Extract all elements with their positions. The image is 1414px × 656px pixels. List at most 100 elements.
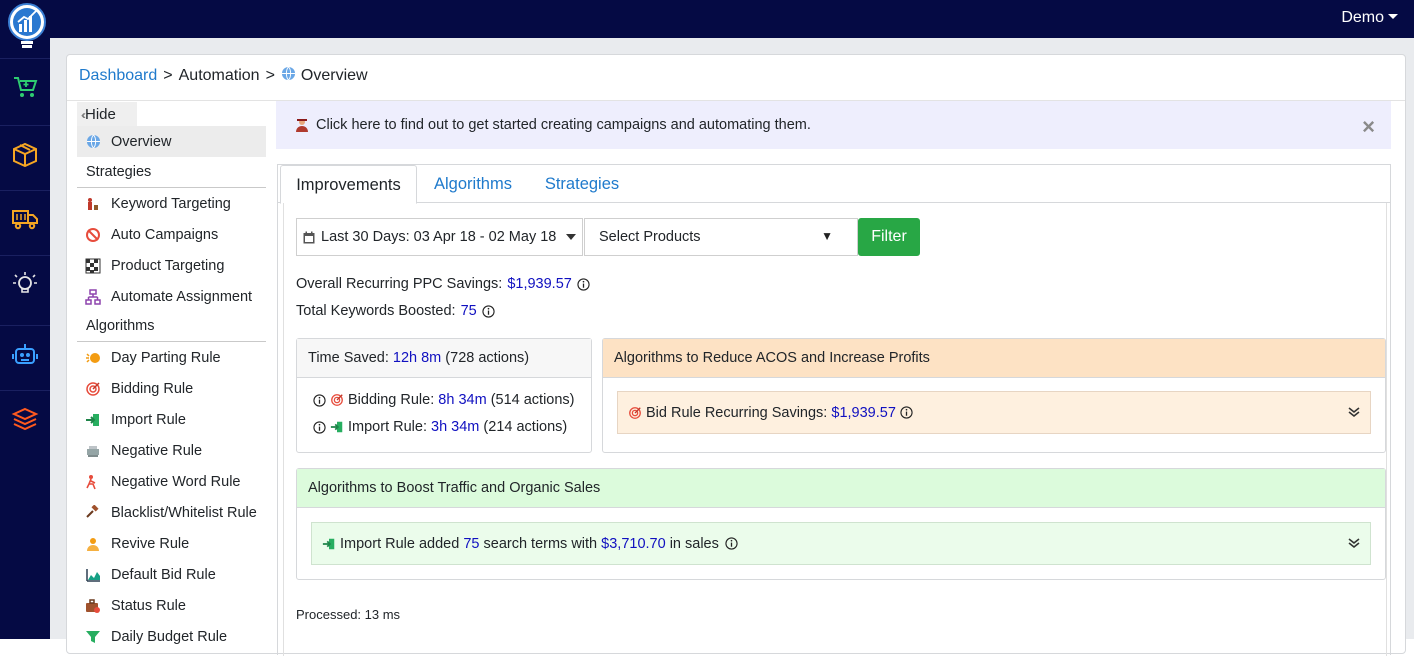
alert-text: Click here to find out to get started cr…	[316, 117, 811, 133]
teacher-icon	[294, 117, 310, 133]
caret-down-icon	[566, 234, 576, 240]
menu-item-label: Auto Campaigns	[111, 226, 219, 243]
tab-algorithms[interactable]: Algorithms	[427, 165, 519, 203]
import-added-count: 75	[463, 535, 480, 552]
import-added-sales: $3,710.70	[601, 535, 666, 552]
layers-icon	[11, 406, 39, 437]
product-select[interactable]: Select Products ▼	[584, 218, 858, 256]
product-targeting-icon	[85, 258, 101, 274]
keywords-boosted-value: 75	[460, 303, 477, 319]
breadcrumb-separator: >	[265, 67, 275, 84]
filter-button[interactable]: Filter	[858, 218, 920, 256]
time-row-label: Import Rule:	[348, 419, 427, 435]
side-rail	[0, 0, 50, 639]
status-rule-icon	[85, 598, 101, 614]
time-row-actions: (214 actions)	[483, 419, 568, 435]
tab-strategies[interactable]: Strategies	[538, 165, 626, 203]
bid-rule-savings-value: $1,939.57	[831, 404, 896, 421]
keywords-boosted-label: Total Keywords Boosted:	[296, 303, 456, 319]
rail-insights[interactable]	[0, 255, 50, 317]
time-row-value: 3h 34m	[431, 419, 480, 435]
menu-item-auto-campaigns[interactable]: Auto Campaigns	[77, 219, 266, 250]
close-icon[interactable]: ×	[1362, 114, 1375, 140]
negative-word-rule-icon	[85, 474, 101, 490]
time-saved-header: Time Saved: 12h 8m (728 actions)	[297, 339, 591, 378]
bid-rule-savings-item[interactable]: Bid Rule Recurring Savings: $1,939.57	[617, 391, 1371, 434]
menu-item-default-bid-rule[interactable]: Default Bid Rule	[77, 559, 266, 590]
top-navbar: Demo	[0, 0, 1414, 38]
rail-automation[interactable]	[0, 325, 50, 387]
automate-assignment-icon	[85, 288, 101, 305]
globe-icon	[85, 134, 101, 150]
menu-item-label: Negative Word Rule	[111, 473, 241, 490]
reduce-acos-header: Algorithms to Reduce ACOS and Increase P…	[603, 339, 1385, 378]
bidding-rule-icon	[330, 393, 344, 407]
time-row-import: Import Rule: 3h 34m (214 actions)	[313, 419, 567, 435]
app-logo[interactable]	[7, 2, 47, 52]
info-icon[interactable]	[577, 277, 590, 291]
import-rule-icon	[330, 420, 344, 434]
product-select-placeholder: Select Products	[599, 229, 701, 245]
ppc-savings-stat: Overall Recurring PPC Savings: $1,939.57	[296, 276, 590, 292]
menu-item-bidding-rule[interactable]: Bidding Rule	[77, 373, 266, 404]
keyword-targeting-icon	[85, 196, 101, 212]
info-icon[interactable]	[900, 406, 913, 419]
menu-item-keyword-targeting[interactable]: Keyword Targeting	[77, 188, 266, 219]
menu-item-revive-rule[interactable]: Revive Rule	[77, 528, 266, 559]
menu-item-blacklist-whitelist-rule[interactable]: Blacklist/Whitelist Rule	[77, 497, 266, 528]
default-bid-icon	[85, 567, 101, 583]
menu-item-label: Status Rule	[111, 597, 186, 614]
rail-shipments[interactable]	[0, 190, 50, 252]
breadcrumb-dashboard-link[interactable]: Dashboard	[79, 67, 157, 85]
boost-traffic-card: Algorithms to Boost Traffic and Organic …	[296, 468, 1386, 580]
content-card: Dashboard > Automation > Overview ‹‹ Hide…	[66, 54, 1406, 656]
menu-item-negative-word-rule[interactable]: Negative Word Rule	[77, 466, 266, 497]
tab-improvements[interactable]: Improvements	[280, 165, 417, 204]
rail-cart[interactable]	[0, 58, 50, 120]
chevron-double-down-icon[interactable]	[1348, 537, 1360, 553]
rail-products[interactable]	[0, 125, 50, 187]
lightbulb-icon	[11, 270, 39, 303]
globe-icon	[281, 66, 301, 86]
menu-item-overview[interactable]: Overview	[77, 126, 266, 157]
info-icon[interactable]	[313, 420, 326, 434]
truck-icon	[11, 208, 39, 235]
import-added-prefix: Import Rule added	[340, 535, 460, 552]
boost-traffic-header: Algorithms to Boost Traffic and Organic …	[297, 469, 1385, 508]
info-icon[interactable]	[482, 304, 495, 318]
menu-header-algorithms: Algorithms	[77, 312, 266, 342]
improvements-content: Last 30 Days: 03 Apr 18 - 02 May 18 Sele…	[283, 203, 1387, 656]
ppc-savings-value: $1,939.57	[507, 276, 572, 292]
menu-item-day-parting-rule[interactable]: Day Parting Rule	[77, 342, 266, 373]
bid-rule-savings-label: Bid Rule Recurring Savings:	[646, 404, 828, 421]
menu-item-label: Bidding Rule	[111, 380, 194, 397]
info-icon[interactable]	[725, 537, 738, 550]
rail-layers[interactable]	[0, 390, 50, 452]
hide-label: Hide	[85, 106, 116, 123]
menu-item-label: Import Rule	[111, 411, 186, 428]
time-saved-label: Time Saved:	[308, 350, 389, 366]
menu-item-label: Negative Rule	[111, 442, 203, 459]
negative-rule-icon	[85, 443, 101, 459]
chevron-double-down-icon[interactable]	[1348, 406, 1360, 422]
getting-started-alert[interactable]: Click here to find out to get started cr…	[276, 101, 1391, 149]
menu-item-daily-budget-rule[interactable]: Daily Budget Rule	[77, 621, 266, 652]
revive-rule-icon	[85, 536, 101, 552]
user-menu-dropdown[interactable]: Demo	[1341, 9, 1398, 27]
import-rule-icon	[322, 537, 336, 551]
hide-menu-button[interactable]: ‹‹ Hide	[77, 102, 137, 126]
time-row-actions: (514 actions)	[490, 392, 575, 408]
menu-item-automate-assignment[interactable]: Automate Assignment	[77, 281, 266, 312]
auto-campaigns-icon	[85, 227, 101, 243]
menu-item-status-rule[interactable]: Status Rule	[77, 590, 266, 621]
menu-item-product-targeting[interactable]: Product Targeting	[77, 250, 266, 281]
import-rule-added-item[interactable]: Import Rule added 75 search terms with $…	[311, 522, 1371, 565]
main-area: Dashboard > Automation > Overview ‹‹ Hide…	[50, 38, 1414, 656]
menu-item-negative-rule[interactable]: Negative Rule	[77, 435, 266, 466]
date-range-select[interactable]: Last 30 Days: 03 Apr 18 - 02 May 18	[296, 218, 583, 256]
bidding-rule-icon	[628, 406, 642, 420]
menu-item-import-rule[interactable]: Import Rule	[77, 404, 266, 435]
info-icon[interactable]	[313, 393, 326, 407]
time-saved-actions: (728 actions)	[445, 350, 530, 366]
menu-item-label: Overview	[111, 133, 172, 150]
